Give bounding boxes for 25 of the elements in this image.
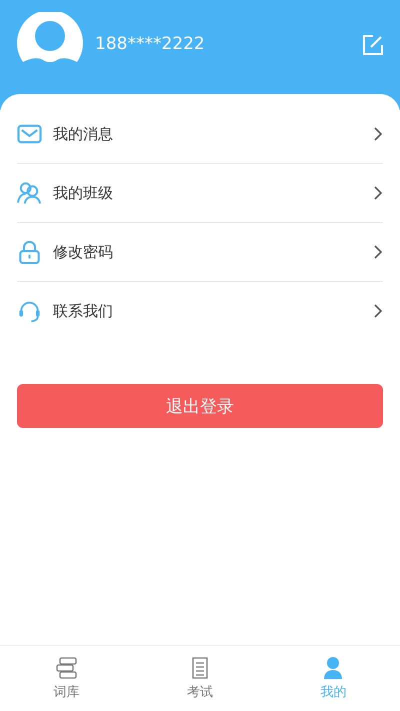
menu-label: 联系我们 bbox=[53, 302, 114, 320]
chevron-right-icon bbox=[374, 245, 382, 259]
edit-icon[interactable] bbox=[362, 34, 384, 56]
chevron-right-icon bbox=[374, 186, 382, 200]
phone-number: 188****2222 bbox=[95, 34, 206, 54]
menu-item[interactable]: 修改密码 bbox=[17, 223, 383, 282]
menu-item[interactable]: 联系我们 bbox=[17, 282, 383, 340]
tab-label: 词库 bbox=[54, 684, 80, 701]
avatar-icon[interactable] bbox=[17, 12, 83, 62]
chevron-right-icon bbox=[374, 304, 382, 318]
people-icon bbox=[17, 181, 42, 205]
books-icon bbox=[54, 656, 79, 680]
nav-tab[interactable]: 考试 bbox=[133, 646, 267, 711]
envelope-icon bbox=[17, 122, 42, 146]
chevron-right-icon bbox=[374, 127, 382, 141]
menu-label: 我的班级 bbox=[53, 184, 114, 202]
menu-label: 修改密码 bbox=[53, 242, 114, 262]
menu-label: 我的消息 bbox=[53, 124, 114, 144]
tab-label: 考试 bbox=[186, 684, 213, 701]
menu-item[interactable]: 我的消息 bbox=[17, 105, 383, 164]
lock-icon bbox=[17, 240, 42, 264]
menu-item[interactable]: 我的班级 bbox=[17, 164, 383, 223]
headset-icon bbox=[17, 299, 42, 323]
nav-tab[interactable]: 词库 bbox=[0, 646, 134, 711]
tab-label: 我的 bbox=[320, 684, 346, 701]
